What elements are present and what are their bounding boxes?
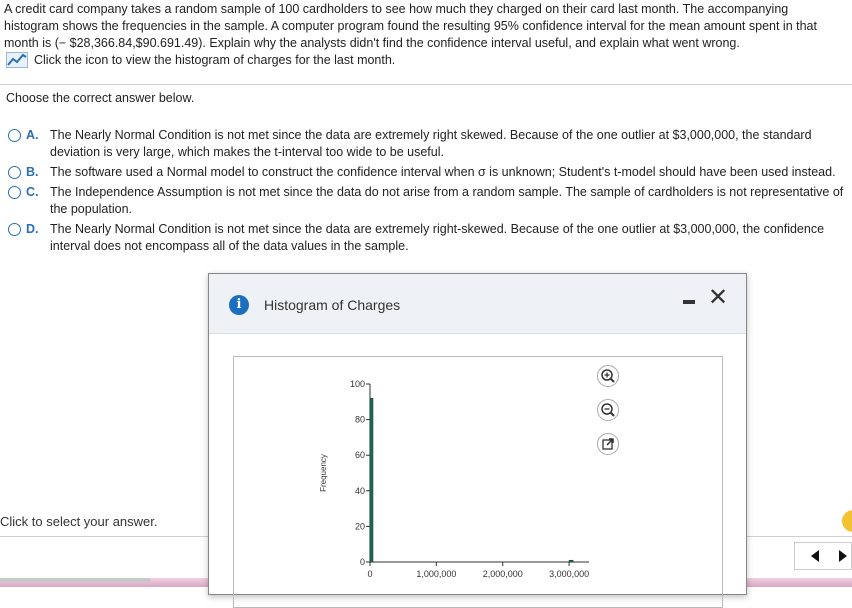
choose-prompt: Choose the correct answer below.: [6, 91, 195, 105]
option-c-letter: C.: [26, 185, 39, 199]
divider: [0, 84, 852, 85]
option-a[interactable]: A. The Nearly Normal Condition is not me…: [8, 127, 848, 161]
zoom-in-icon: [601, 369, 615, 383]
select-hint: Click to select your answer.: [0, 514, 158, 529]
x-tick-label: 0: [367, 569, 372, 579]
y-tick-label: 60: [355, 450, 365, 460]
option-d-letter: D.: [26, 222, 39, 236]
popout-icon: [602, 438, 614, 450]
radio-d[interactable]: [8, 223, 21, 236]
zoom-out-button[interactable]: [597, 399, 619, 421]
next-arrow-icon[interactable]: [839, 550, 847, 562]
prev-arrow-icon[interactable]: [811, 550, 819, 562]
option-a-letter: A.: [26, 128, 39, 142]
question-text: A credit card company takes a random sam…: [4, 2, 817, 50]
y-tick-label: 20: [355, 521, 365, 531]
popout-button[interactable]: [597, 433, 619, 455]
zoom-out-icon: [601, 403, 615, 417]
plot-frame: 0 20 40 60 80 100 0 1,000,000 2,000,000 3,000,000…: [233, 356, 723, 608]
histogram-bar: [568, 559, 574, 563]
histogram-chart: 0 20 40 60 80 100 0 1,000,000 2,000,000 3,000,000…: [319, 379, 589, 579]
histogram-link-text[interactable]: Click the icon to view the histogram of …: [34, 53, 395, 67]
x-tick-label: 2,000,000: [483, 569, 523, 579]
question-nav: [794, 542, 852, 570]
x-tick-label: 3,000,000: [549, 569, 589, 579]
y-tick-label: 100: [350, 379, 365, 389]
option-b[interactable]: B. The software used a Normal model to c…: [8, 164, 848, 181]
dialog-title: Histogram of Charges: [264, 297, 401, 313]
zoom-in-button[interactable]: [597, 365, 619, 387]
option-d[interactable]: D. The Nearly Normal Condition is not me…: [8, 221, 848, 255]
y-tick-label: 0: [360, 557, 365, 567]
y-tick-label: 40: [355, 486, 365, 496]
option-c-text: The Independence Assumption is not met s…: [50, 185, 844, 216]
option-c[interactable]: C. The Independence Assumption is not me…: [8, 184, 848, 218]
y-tick-label: 80: [355, 415, 365, 425]
dialog-header: i Histogram of Charges ✕: [209, 274, 746, 334]
help-icon[interactable]: [842, 510, 852, 532]
line-chart-icon[interactable]: [6, 52, 28, 68]
close-button[interactable]: ✕: [708, 285, 728, 309]
minimize-icon: [683, 300, 695, 304]
answer-options: A. The Nearly Normal Condition is not me…: [8, 127, 848, 258]
radio-a[interactable]: [8, 129, 21, 142]
radio-c[interactable]: [8, 186, 21, 199]
radio-b[interactable]: [8, 166, 21, 179]
minimize-button[interactable]: [681, 290, 697, 306]
info-icon: i: [229, 295, 249, 315]
option-b-letter: B.: [26, 165, 39, 179]
option-b-text: The software used a Normal model to cons…: [50, 165, 836, 179]
histogram-bar: [369, 397, 374, 563]
footer-progress: [0, 578, 150, 582]
x-tick-label: 1,000,000: [416, 569, 456, 579]
option-d-text: The Nearly Normal Condition is not met s…: [50, 222, 825, 253]
histogram-dialog: i Histogram of Charges ✕ 0 20 40 60 80 100 0 1,…: [208, 273, 747, 608]
option-a-text: The Nearly Normal Condition is not met s…: [50, 128, 812, 159]
y-axis-label: Frequency: [319, 454, 328, 492]
histogram-link[interactable]: Click the icon to view the histogram of …: [6, 52, 395, 68]
